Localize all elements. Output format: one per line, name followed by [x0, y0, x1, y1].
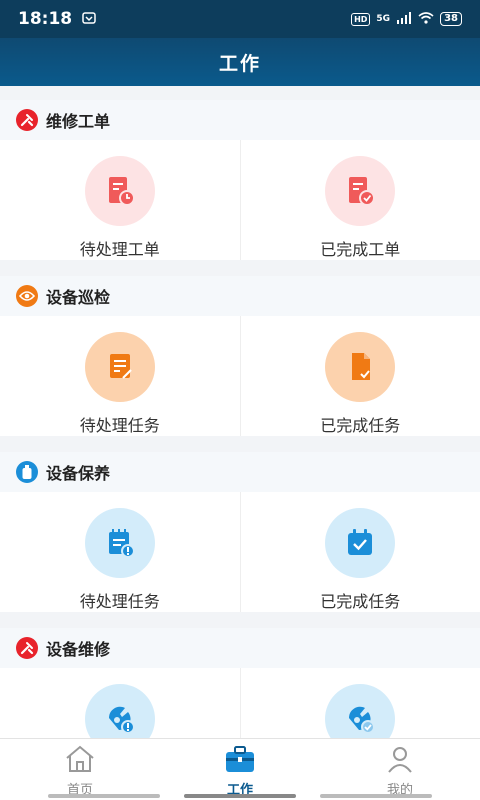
tile-label: 待处理任务	[79, 592, 160, 611]
eye-icon	[16, 285, 38, 307]
section-title: 设备巡检	[46, 288, 111, 307]
network-label: 5G	[376, 14, 391, 24]
section-header: 设备维修	[0, 628, 480, 668]
pending-inspection-tile[interactable]: 待处理任务	[0, 316, 240, 436]
user-icon	[386, 745, 414, 777]
tile-label: 已完成任务	[320, 592, 401, 611]
hd-badge: HD	[351, 12, 371, 26]
section-repair-orders: 维修工单 待处理工单 已完成工单	[0, 100, 480, 260]
completed-document-icon	[325, 156, 396, 226]
completed-inspection-tile[interactable]: 已完成任务	[239, 316, 480, 436]
section-inspection: 设备巡检 待处理任务 已完成任务	[0, 276, 480, 436]
pending-repair-tile[interactable]	[0, 668, 240, 738]
tab-work[interactable]: 工作	[160, 739, 320, 800]
page-title: 工作	[218, 52, 261, 75]
nav-indicator	[184, 794, 296, 798]
section-title: 维修工单	[46, 112, 111, 131]
section-title: 设备保养	[46, 464, 111, 483]
completed-orders-tile[interactable]: 已完成工单	[239, 140, 480, 260]
tile-label: 待处理工单	[79, 240, 160, 259]
file-check-icon	[325, 332, 396, 402]
section-maintenance: 设备保养 待处理任务 已完成任务	[0, 452, 480, 612]
completed-maintenance-tile[interactable]: 已完成任务	[239, 492, 480, 612]
status-bar: 18:18 HD 5G 38	[0, 0, 480, 38]
nav-indicator	[48, 794, 160, 798]
edit-document-icon	[84, 332, 155, 402]
tools-icon	[16, 109, 38, 131]
wrench-check-icon	[325, 684, 396, 738]
calendar-check-icon	[325, 508, 396, 578]
screen-record-icon	[82, 9, 96, 29]
top-app-bar: 工作	[0, 38, 480, 86]
tab-home[interactable]: 首页	[0, 739, 160, 800]
work-content[interactable]: 维修工单 待处理工单 已完成工单 设备巡检 待处理任务 已完成任务 设备保养 待…	[0, 86, 480, 738]
tab-profile[interactable]: 我的	[320, 739, 480, 800]
bottle-icon	[16, 461, 38, 483]
section-header: 维修工单	[0, 100, 480, 140]
status-time: 18:18	[18, 9, 73, 29]
section-header: 设备巡检	[0, 276, 480, 316]
pending-orders-tile[interactable]: 待处理工单	[0, 140, 240, 260]
section-equipment-repair: 设备维修	[0, 628, 480, 738]
battery-indicator: 38	[440, 12, 462, 26]
briefcase-icon	[222, 745, 258, 777]
pending-maintenance-tile[interactable]: 待处理任务	[0, 492, 240, 612]
notepad-alert-icon	[84, 508, 155, 578]
tile-label: 已完成任务	[320, 416, 401, 435]
home-icon	[64, 745, 96, 777]
tile-label: 已完成工单	[320, 240, 401, 259]
tools-icon	[16, 637, 38, 659]
completed-repair-tile[interactable]	[239, 668, 480, 738]
bottom-tab-bar: 首页 工作 我的	[0, 738, 480, 800]
nav-indicator	[320, 794, 432, 798]
signal-icon	[396, 11, 412, 27]
pending-document-icon	[84, 156, 155, 226]
section-header: 设备保养	[0, 452, 480, 492]
section-title: 设备维修	[46, 640, 111, 659]
wifi-icon	[418, 11, 434, 27]
tile-label: 待处理任务	[79, 416, 160, 435]
wrench-alert-icon	[84, 684, 155, 738]
